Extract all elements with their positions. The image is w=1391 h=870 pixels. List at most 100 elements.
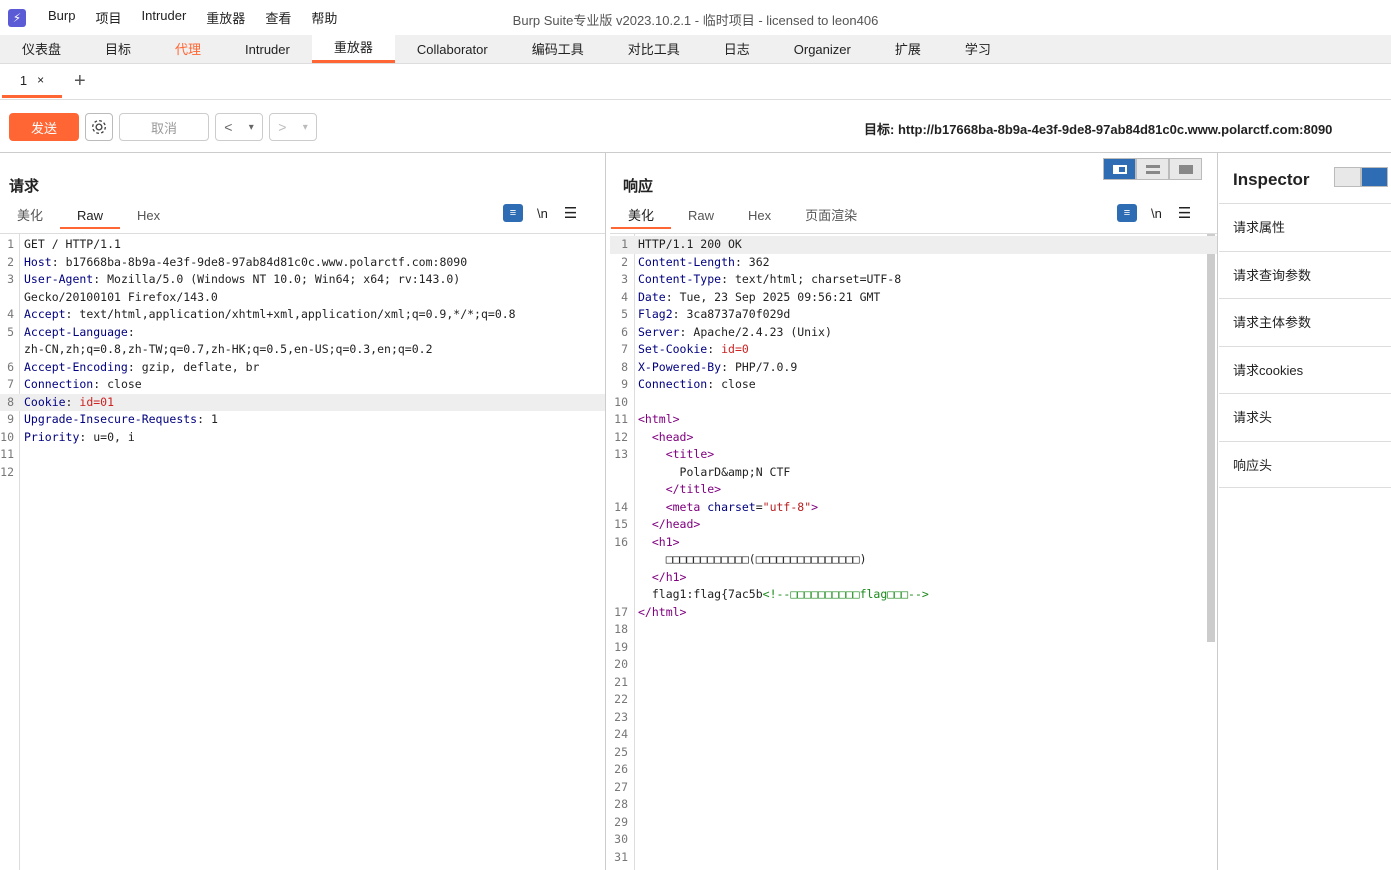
back-button[interactable]: < ▾ xyxy=(215,113,263,141)
target-url[interactable]: 目标: http://b17668ba-8b9a-4e3f-9de8-97ab8… xyxy=(864,119,1332,138)
code-line[interactable]: 11 xyxy=(0,446,605,464)
tab-extensions[interactable]: 扩展 xyxy=(873,35,943,63)
tab-decoder[interactable]: 编码工具 xyxy=(510,35,606,63)
code-line[interactable]: 1 HTTP/1.1 200 OK xyxy=(610,236,1217,254)
menu-help[interactable]: 帮助 xyxy=(311,8,337,27)
code-line[interactable]: 15 </head> xyxy=(610,516,1217,534)
chevron-down-icon[interactable]: ▾ xyxy=(249,122,254,133)
code-line[interactable]: 23 xyxy=(610,709,1217,727)
code-line[interactable]: 21 xyxy=(610,674,1217,692)
code-line[interactable]: 19 xyxy=(610,639,1217,657)
tab-comparer[interactable]: 对比工具 xyxy=(606,35,702,63)
code-line[interactable]: 5 Accept-Language: xyxy=(0,324,605,342)
add-tab-icon[interactable]: + xyxy=(74,70,86,93)
menu-view[interactable]: 查看 xyxy=(265,8,291,27)
inspector-layout-left-icon[interactable] xyxy=(1334,167,1361,187)
code-line[interactable]: 26 xyxy=(610,761,1217,779)
tab-collaborator[interactable]: Collaborator xyxy=(395,35,510,63)
inspector-body-params[interactable]: 请求主体参数 xyxy=(1219,298,1391,346)
code-line[interactable]: PolarD&amp;N CTF xyxy=(610,464,1217,482)
menu-icon[interactable]: ☰ xyxy=(1178,204,1191,222)
chevron-down-icon[interactable]: ▾ xyxy=(303,122,308,133)
request-tab-raw[interactable]: Raw xyxy=(60,205,121,229)
code-line[interactable]: 7 Set-Cookie: id=0 xyxy=(610,341,1217,359)
code-line[interactable]: 14 <meta charset="utf-8"> xyxy=(610,499,1217,517)
code-line[interactable]: 18 xyxy=(610,621,1217,639)
layout-stacked-icon[interactable] xyxy=(1136,158,1169,180)
code-line[interactable]: 12 <head> xyxy=(610,429,1217,447)
inspector-request-headers[interactable]: 请求头 xyxy=(1219,393,1391,441)
menu-intruder[interactable]: Intruder xyxy=(141,8,186,27)
inspector-layout-right-icon[interactable] xyxy=(1361,167,1388,187)
forward-button[interactable]: > ▾ xyxy=(269,113,317,141)
layout-tabs-icon[interactable] xyxy=(1169,158,1202,180)
code-line[interactable]: Gecko/20100101 Firefox/143.0 xyxy=(0,289,605,307)
code-line[interactable]: 2 Content-Length: 362 xyxy=(610,254,1217,272)
code-line[interactable]: 6 Accept-Encoding: gzip, deflate, br xyxy=(0,359,605,377)
code-line[interactable]: </title> xyxy=(610,481,1217,499)
code-line[interactable]: 17 </html> xyxy=(610,604,1217,622)
code-line[interactable]: 10 xyxy=(610,394,1217,412)
code-line[interactable]: 8 X-Powered-By: PHP/7.0.9 xyxy=(610,359,1217,377)
menu-project[interactable]: 项目 xyxy=(95,8,121,27)
code-line[interactable]: 22 xyxy=(610,691,1217,709)
tab-dashboard[interactable]: 仪表盘 xyxy=(0,35,83,63)
code-line[interactable]: 7 Connection: close xyxy=(0,376,605,394)
newline-icon[interactable]: \n xyxy=(1151,206,1162,221)
code-line[interactable]: 29 xyxy=(610,814,1217,832)
code-line[interactable]: 20 xyxy=(610,656,1217,674)
code-line[interactable]: 25 xyxy=(610,744,1217,762)
code-line[interactable]: 16 <h1> xyxy=(610,534,1217,552)
code-line[interactable]: 10 Priority: u=0, i xyxy=(0,429,605,447)
code-line[interactable]: 9 Connection: close xyxy=(610,376,1217,394)
code-line[interactable]: 4 Date: Tue, 23 Sep 2025 09:56:21 GMT xyxy=(610,289,1217,307)
response-editor[interactable]: 1 HTTP/1.1 200 OK 2 Content-Length: 362 3 Con… xyxy=(610,233,1217,870)
newline-icon[interactable]: \n xyxy=(537,206,548,221)
tab-learn[interactable]: 学习 xyxy=(943,35,1013,63)
code-line[interactable]: 27 xyxy=(610,779,1217,797)
code-line[interactable]: 31 xyxy=(610,849,1217,867)
settings-button[interactable] xyxy=(85,113,113,141)
code-line[interactable]: 5 Flag2: 3ca8737a70f029d xyxy=(610,306,1217,324)
menu-repeater[interactable]: 重放器 xyxy=(206,8,245,27)
layout-side-by-side-icon[interactable] xyxy=(1103,158,1136,180)
code-line[interactable]: 8 Cookie: id=01 xyxy=(0,393,605,411)
code-line[interactable]: 2 Host: b17668ba-8b9a-4e3f-9de8-97ab84d81… xyxy=(0,254,605,272)
code-line[interactable]: zh-CN,zh;q=0.8,zh-TW;q=0.7,zh-HK;q=0.5,e… xyxy=(0,341,605,359)
tab-intruder[interactable]: Intruder xyxy=(223,35,312,63)
code-line[interactable]: 1 GET / HTTP/1.1 xyxy=(0,236,605,254)
response-tab-pretty[interactable]: 美化 xyxy=(611,205,672,229)
close-icon[interactable]: × xyxy=(37,73,44,87)
menu-burp[interactable]: Burp xyxy=(48,8,75,27)
cancel-button[interactable]: 取消 xyxy=(119,113,209,141)
inspector-response-headers[interactable]: 响应头 xyxy=(1219,440,1391,488)
request-tab-hex[interactable]: Hex xyxy=(120,205,177,229)
code-line[interactable]: 12 xyxy=(0,464,605,482)
tab-logger[interactable]: 日志 xyxy=(702,35,772,63)
code-line[interactable]: </h1> xyxy=(610,569,1217,587)
wrap-lines-icon[interactable]: ≡ xyxy=(1117,204,1137,222)
tab-proxy[interactable]: 代理 xyxy=(153,35,223,63)
inspector-request-attributes[interactable]: 请求属性 xyxy=(1219,203,1391,251)
code-line[interactable]: 28 xyxy=(610,796,1217,814)
code-line[interactable]: 30 xyxy=(610,831,1217,849)
code-line[interactable]: 3 User-Agent: Mozilla/5.0 (Windows NT 10.… xyxy=(0,271,605,289)
inspector-query-params[interactable]: 请求查询参数 xyxy=(1219,250,1391,299)
request-tab-pretty[interactable]: 美化 xyxy=(0,205,60,229)
wrap-lines-icon[interactable]: ≡ xyxy=(503,204,523,222)
code-line[interactable]: 3 Content-Type: text/html; charset=UTF-8 xyxy=(610,271,1217,289)
repeater-tab-1[interactable]: 1 × xyxy=(2,66,62,98)
code-line[interactable]: 6 Server: Apache/2.4.23 (Unix) xyxy=(610,324,1217,342)
response-tab-raw[interactable]: Raw xyxy=(671,205,731,229)
code-line[interactable]: 11 <html> xyxy=(610,411,1217,429)
code-line[interactable]: 4 Accept: text/html,application/xhtml+xml… xyxy=(0,306,605,324)
code-line[interactable]: 9 Upgrade-Insecure-Requests: 1 xyxy=(0,411,605,429)
inspector-request-cookies[interactable]: 请求cookies xyxy=(1219,345,1391,394)
response-tab-hex[interactable]: Hex xyxy=(731,205,788,229)
tab-organizer[interactable]: Organizer xyxy=(772,35,873,63)
send-button[interactable]: 发送 xyxy=(9,113,79,141)
code-line[interactable]: □□□□□□□□□□□□(□□□□□□□□□□□□□□□) xyxy=(610,551,1217,569)
menu-icon[interactable]: ☰ xyxy=(564,204,577,222)
code-line[interactable]: 24 xyxy=(610,726,1217,744)
response-tab-render[interactable]: 页面渲染 xyxy=(788,205,874,229)
